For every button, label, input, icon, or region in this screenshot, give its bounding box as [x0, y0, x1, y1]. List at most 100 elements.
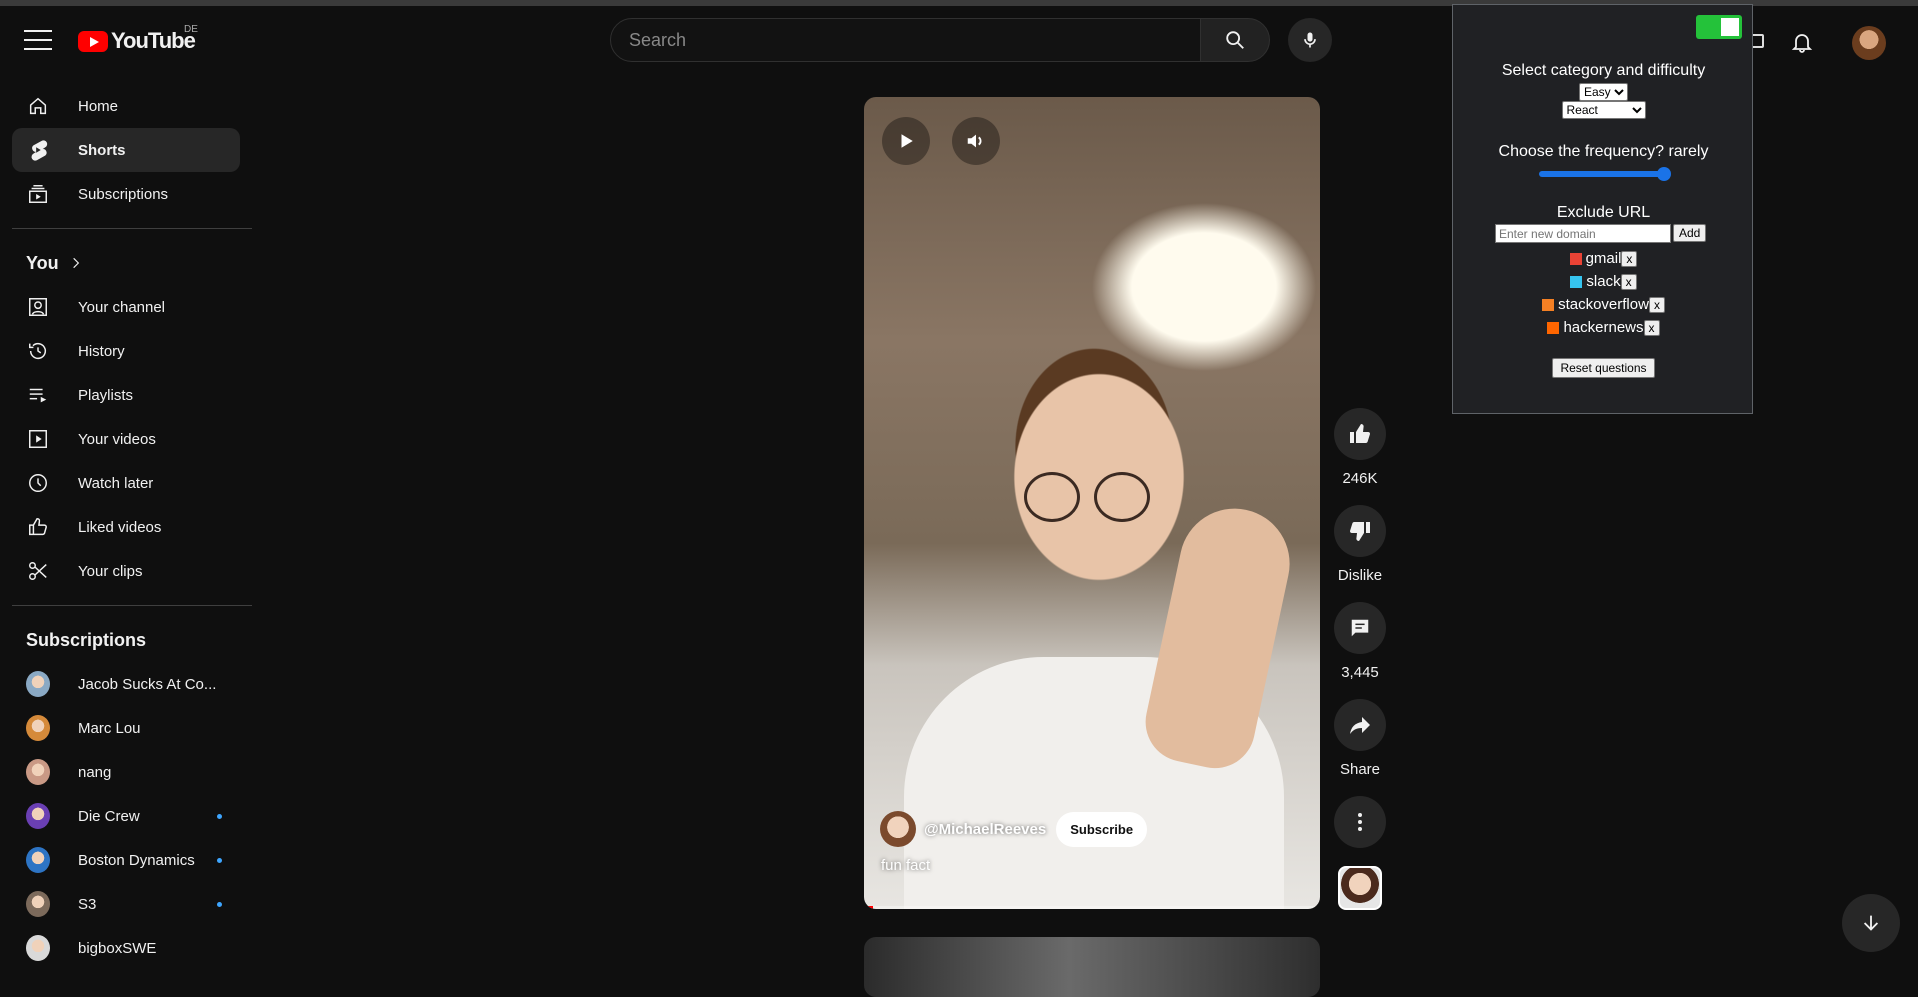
- like-button[interactable]: [1334, 408, 1386, 460]
- sidebar-item-watch-later[interactable]: Watch later: [12, 461, 240, 505]
- sidebar-item-subscriptions[interactable]: Subscriptions: [12, 172, 240, 216]
- exclude-title: Exclude URL: [1556, 204, 1651, 221]
- hackernews-icon: [1547, 321, 1560, 334]
- search-button[interactable]: [1200, 18, 1270, 62]
- share-button[interactable]: [1334, 699, 1386, 751]
- sidebar: Home Shorts Subscriptions You Your chann…: [0, 84, 252, 970]
- category-title: Select category and difficulty: [1501, 62, 1706, 79]
- you-section-header[interactable]: You: [0, 241, 252, 285]
- microphone-icon: [1304, 32, 1316, 48]
- sidebar-item-history[interactable]: History: [12, 329, 240, 373]
- comments-action: 3,445: [1334, 602, 1386, 681]
- video-icon: [26, 427, 50, 451]
- next-video-button[interactable]: [1842, 894, 1900, 952]
- more-options-button[interactable]: [1334, 796, 1386, 848]
- sidebar-item-home[interactable]: Home: [12, 84, 240, 128]
- frequency-slider[interactable]: [1539, 167, 1671, 181]
- reset-questions-button[interactable]: Reset questions: [1552, 358, 1655, 378]
- shorts-icon: [26, 138, 50, 162]
- youtube-logo[interactable]: YouTube DE: [78, 24, 198, 54]
- volume-button[interactable]: [952, 117, 1000, 165]
- avatar-image: [26, 891, 50, 917]
- dislike-action: Dislike: [1334, 505, 1386, 584]
- subscriptions-icon: [26, 182, 50, 206]
- remove-domain-button[interactable]: x: [1620, 273, 1637, 290]
- comments-button[interactable]: [1334, 602, 1386, 654]
- sidebar-subscription-item[interactable]: Boston Dynamics: [12, 838, 240, 882]
- channel-avatar: [26, 847, 50, 873]
- domain-input[interactable]: [1495, 224, 1671, 243]
- sidebar-subscription-item[interactable]: Marc Lou: [12, 706, 240, 750]
- sidebar-item-label: bigboxSWE: [78, 939, 157, 957]
- sidebar-item-your-videos[interactable]: Your videos: [12, 417, 240, 461]
- sidebar-subscription-item[interactable]: bigboxSWE: [12, 926, 240, 970]
- frequency-title: Choose the frequency? rarely: [1498, 143, 1709, 160]
- account-avatar[interactable]: [1852, 26, 1886, 60]
- channel-avatar: [26, 759, 50, 785]
- sidebar-item-shorts[interactable]: Shorts: [12, 128, 240, 172]
- sidebar-item-liked-videos[interactable]: Liked videos: [12, 505, 240, 549]
- channel-avatar[interactable]: [880, 811, 916, 847]
- sidebar-subscription-item[interactable]: nang: [12, 750, 240, 794]
- excluded-domain-item: slack x: [1453, 273, 1754, 290]
- short-caption[interactable]: fun fact: [881, 857, 930, 874]
- comment-count: 3,445: [1341, 664, 1379, 681]
- slider-thumb[interactable]: [1657, 167, 1671, 181]
- account-icon: [26, 295, 50, 319]
- slack-icon: [1570, 275, 1583, 288]
- logo-text: YouTube: [111, 28, 196, 53]
- comment-icon: [1351, 619, 1369, 637]
- thumb-up-icon: [26, 515, 50, 539]
- play-button[interactable]: [882, 117, 930, 165]
- sidebar-item-label: Playlists: [78, 386, 134, 404]
- subscriptions-section-header: Subscriptions: [0, 618, 252, 662]
- sidebar-item-label: Marc Lou: [78, 719, 141, 737]
- sound-thumbnail[interactable]: [1338, 866, 1382, 910]
- sidebar-item-label: Jacob Sucks At Co...: [78, 675, 217, 693]
- add-domain-button[interactable]: Add: [1673, 224, 1707, 242]
- dislike-button[interactable]: [1334, 505, 1386, 557]
- sidebar-subscription-item[interactable]: Die Crew: [12, 794, 240, 838]
- progress-bar[interactable]: [864, 906, 1320, 909]
- sidebar-item-label: Boston Dynamics: [78, 851, 195, 869]
- subscriptions-title: Subscriptions: [26, 629, 147, 650]
- sidebar-item-label: History: [78, 342, 125, 360]
- notifications-button[interactable]: [1790, 30, 1814, 59]
- next-short-preview[interactable]: [864, 937, 1320, 997]
- sidebar-item-label: S3: [78, 895, 97, 913]
- remove-domain-button[interactable]: x: [1648, 296, 1665, 313]
- difficulty-select[interactable]: Easy: [1579, 83, 1628, 101]
- sidebar-item-label: Shorts: [78, 141, 126, 159]
- sidebar-item-your-clips[interactable]: Your clips: [12, 549, 240, 593]
- category-row: React: [1453, 101, 1754, 119]
- sidebar-subscription-item[interactable]: Jacob Sucks At Co...: [12, 662, 240, 706]
- channel-avatar: [26, 715, 50, 741]
- voice-search-button[interactable]: [1288, 18, 1332, 62]
- search-input[interactable]: [629, 29, 1201, 51]
- category-select[interactable]: React: [1561, 101, 1646, 119]
- arrow-down-icon: [1863, 915, 1879, 931]
- remove-domain-button[interactable]: x: [1621, 250, 1638, 267]
- reset-row: Reset questions: [1453, 358, 1754, 378]
- like-count: 246K: [1342, 470, 1378, 487]
- sidebar-item-label: Subscriptions: [78, 185, 169, 203]
- sidebar-item-playlists[interactable]: Playlists: [12, 373, 240, 417]
- youtube-play-icon: [78, 30, 108, 52]
- channel-avatar: [26, 891, 50, 917]
- sidebar-item-your-channel[interactable]: Your channel: [12, 285, 240, 329]
- remove-domain-button[interactable]: x: [1643, 319, 1660, 336]
- short-video-player[interactable]: @MichaelReeves Subscribe fun fact: [864, 97, 1320, 909]
- menu-icon[interactable]: [24, 30, 52, 50]
- subscribe-button[interactable]: Subscribe: [1056, 811, 1148, 847]
- play-icon: [901, 134, 913, 148]
- share-label: Share: [1339, 761, 1381, 778]
- new-content-dot: [217, 902, 222, 907]
- sidebar-item-label: nang: [78, 763, 112, 781]
- volume-icon: [967, 134, 982, 148]
- sidebar-subscription-item[interactable]: S3: [12, 882, 240, 926]
- channel-name[interactable]: @MichaelReeves: [924, 821, 1046, 838]
- video-frame-glasses-left: [1024, 472, 1080, 522]
- avatar-image: [26, 671, 50, 697]
- video-frame-hand: [1138, 498, 1300, 776]
- extension-toggle[interactable]: [1696, 15, 1742, 39]
